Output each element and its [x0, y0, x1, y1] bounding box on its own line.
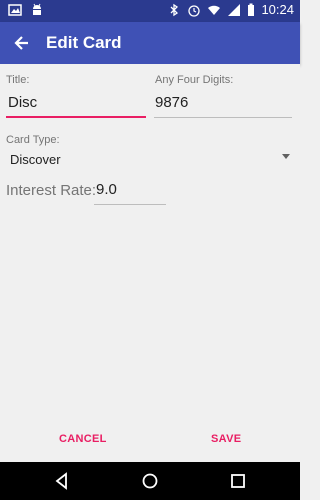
- digits-label: Any Four Digits:: [155, 74, 234, 86]
- title-input[interactable]: Disc: [8, 94, 37, 111]
- digits-input[interactable]: 9876: [155, 94, 188, 111]
- nav-recents-icon[interactable]: [228, 471, 248, 491]
- title-input-underline: [6, 116, 146, 118]
- navigation-bar: [0, 462, 300, 500]
- cancel-button[interactable]: CANCEL: [59, 433, 107, 445]
- page-title: Edit Card: [46, 33, 122, 52]
- nav-home-icon[interactable]: [140, 471, 160, 491]
- interest-rate-underline: [94, 204, 166, 205]
- wifi-icon: [207, 3, 221, 17]
- app-bar: Edit Card: [0, 22, 300, 64]
- status-time: 10:24: [261, 2, 294, 17]
- dropdown-arrow-icon[interactable]: [282, 154, 290, 159]
- card-type-label: Card Type:: [6, 134, 60, 146]
- interest-rate-input[interactable]: 9.0: [96, 181, 117, 198]
- alarm-icon: [187, 3, 201, 17]
- back-arrow-icon[interactable]: [12, 33, 32, 53]
- card-type-dropdown[interactable]: Discover: [10, 152, 61, 167]
- edit-card-form: Title: Disc Any Four Digits: 9876 Card T…: [0, 64, 300, 462]
- android-debug-icon: [30, 3, 44, 17]
- signal-icon: [227, 3, 241, 17]
- title-label: Title:: [6, 74, 30, 86]
- nav-back-icon[interactable]: [52, 471, 72, 491]
- image-notification-icon: [8, 3, 22, 17]
- save-button[interactable]: SAVE: [211, 433, 241, 445]
- status-bar: 10:24: [0, 0, 300, 22]
- bluetooth-icon: [167, 3, 181, 17]
- interest-rate-label: Interest Rate:: [6, 182, 97, 199]
- battery-icon: [247, 3, 255, 17]
- digits-input-underline: [154, 117, 292, 118]
